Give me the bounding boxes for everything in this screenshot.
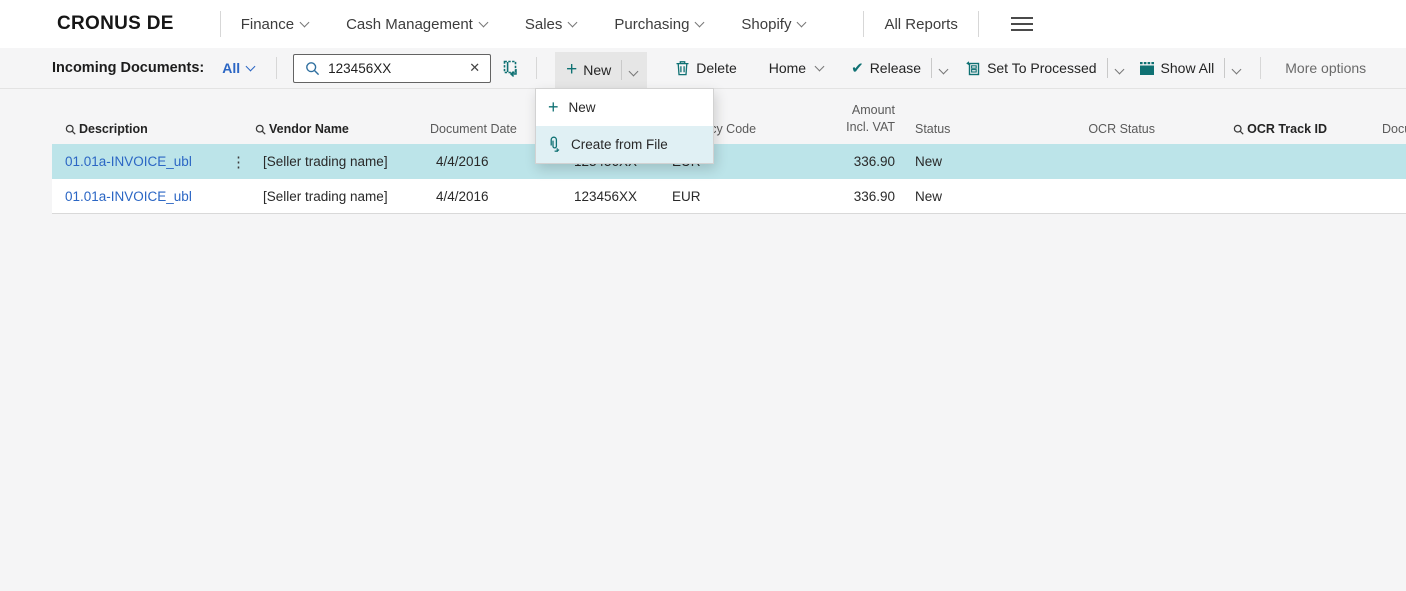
vendor-name-cell: [Seller trading name] — [255, 189, 430, 204]
chevron-down-icon — [246, 61, 256, 71]
divider — [220, 11, 221, 37]
code-cell: 123456XX — [574, 189, 637, 204]
new-dropdown-menu: + New Create from File — [535, 88, 714, 164]
divider — [621, 60, 622, 80]
status-cell: New — [895, 189, 1060, 204]
set-to-processed-icon — [965, 60, 981, 76]
menu-item-new[interactable]: + New — [536, 89, 713, 126]
check-icon: ✔ — [851, 59, 864, 77]
attach-icon — [548, 136, 561, 153]
chevron-down-icon — [629, 67, 639, 77]
column-header-document-truncated[interactable]: Docu — [1327, 122, 1406, 136]
chevron-down-icon — [300, 17, 310, 27]
table-header-row: Description Vendor Name Document Date Cu… — [52, 89, 1406, 144]
amount-cell: 336.90 — [854, 154, 895, 169]
trash-icon — [675, 60, 690, 76]
chevron-down-icon — [1232, 65, 1242, 75]
table-row[interactable]: 01.01a-INVOICE_ubl [Seller trading name]… — [52, 179, 1406, 214]
open-in-new-window-icon[interactable] — [503, 60, 520, 77]
search-icon — [65, 124, 76, 135]
description-link[interactable]: 01.01a-INVOICE_ubl — [52, 154, 222, 169]
release-dropdown-chevron[interactable] — [936, 60, 951, 76]
currency-code-cell: EUR — [637, 189, 800, 204]
page-title: Incoming Documents: — [52, 60, 204, 76]
column-header-ocr-track-id[interactable]: OCR Track ID — [1233, 122, 1327, 136]
chevron-down-icon — [695, 17, 705, 27]
divider — [931, 58, 932, 78]
chevron-down-icon — [939, 65, 949, 75]
column-header-ocr-status[interactable]: OCR Status — [1088, 122, 1155, 136]
column-header-document-date[interactable]: Document Date — [430, 122, 530, 136]
menu-item-create-from-file[interactable]: Create from File — [536, 126, 713, 163]
search-icon — [255, 124, 266, 135]
search-icon — [1233, 124, 1244, 135]
column-header-description[interactable]: Description — [52, 122, 222, 136]
amount-cell: 336.90 — [854, 189, 895, 204]
show-all-button[interactable]: Show All — [1139, 58, 1245, 78]
top-nav-bar: CRONUS DE Finance Cash Management Sales … — [0, 0, 1406, 48]
chevron-down-icon — [568, 17, 578, 27]
document-date-cell: 4/4/2016 — [430, 154, 530, 169]
more-options-button[interactable]: More options — [1285, 60, 1366, 76]
divider — [1107, 58, 1108, 78]
nav-item-sales[interactable]: Sales — [525, 16, 577, 33]
divider — [1224, 58, 1225, 78]
set-to-processed-dropdown-chevron[interactable] — [1112, 60, 1127, 76]
divider — [863, 11, 864, 37]
column-header-status[interactable]: Status — [895, 122, 1060, 136]
description-link[interactable]: 01.01a-INVOICE_ubl — [52, 189, 222, 204]
search-box[interactable]: ✕ — [293, 54, 491, 83]
divider — [1260, 57, 1261, 79]
new-dropdown-chevron[interactable] — [626, 62, 641, 78]
company-name[interactable]: CRONUS DE — [57, 13, 174, 35]
show-all-dropdown-chevron[interactable] — [1229, 60, 1244, 76]
row-options-icon[interactable]: ⋮ — [222, 153, 255, 171]
plus-icon: + — [566, 60, 577, 79]
view-filter-dropdown[interactable]: All — [222, 60, 254, 76]
document-date-cell: 4/4/2016 — [430, 189, 530, 204]
status-cell: New — [895, 154, 1060, 169]
chevron-down-icon — [797, 17, 807, 27]
nav-item-all-reports[interactable]: All Reports — [884, 16, 957, 33]
column-header-amount-incl-vat[interactable]: Amount Incl. VAT — [846, 102, 895, 136]
search-icon — [305, 61, 320, 76]
clear-search-icon[interactable]: ✕ — [459, 60, 490, 76]
chevron-down-icon — [478, 17, 488, 27]
hamburger-menu-icon[interactable] — [1011, 13, 1033, 35]
nav-item-shopify[interactable]: Shopify — [741, 16, 805, 33]
search-input[interactable] — [328, 61, 459, 76]
divider — [276, 57, 277, 79]
nav-item-purchasing[interactable]: Purchasing — [614, 16, 703, 33]
divider — [536, 57, 537, 79]
divider — [978, 11, 979, 37]
column-header-vendor-name[interactable]: Vendor Name — [255, 122, 430, 136]
delete-button[interactable]: Delete — [675, 60, 742, 76]
release-button[interactable]: ✔ Release — [851, 58, 951, 78]
show-all-icon — [1139, 61, 1155, 76]
chevron-down-icon — [1114, 65, 1124, 75]
nav-item-cash-management[interactable]: Cash Management — [346, 16, 487, 33]
nav-item-finance[interactable]: Finance — [241, 16, 308, 33]
new-button[interactable]: + New — [555, 52, 647, 88]
chevron-down-icon — [815, 61, 825, 71]
set-to-processed-button[interactable]: Set To Processed — [965, 58, 1126, 78]
plus-icon: + — [548, 98, 559, 116]
home-menu-button[interactable]: Home — [763, 60, 827, 76]
table-row[interactable]: 01.01a-INVOICE_ubl ⋮ [Seller trading nam… — [52, 144, 1406, 179]
vendor-name-cell: [Seller trading name] — [255, 154, 430, 169]
action-toolbar: Incoming Documents: All ✕ + New Delete H… — [0, 48, 1406, 88]
